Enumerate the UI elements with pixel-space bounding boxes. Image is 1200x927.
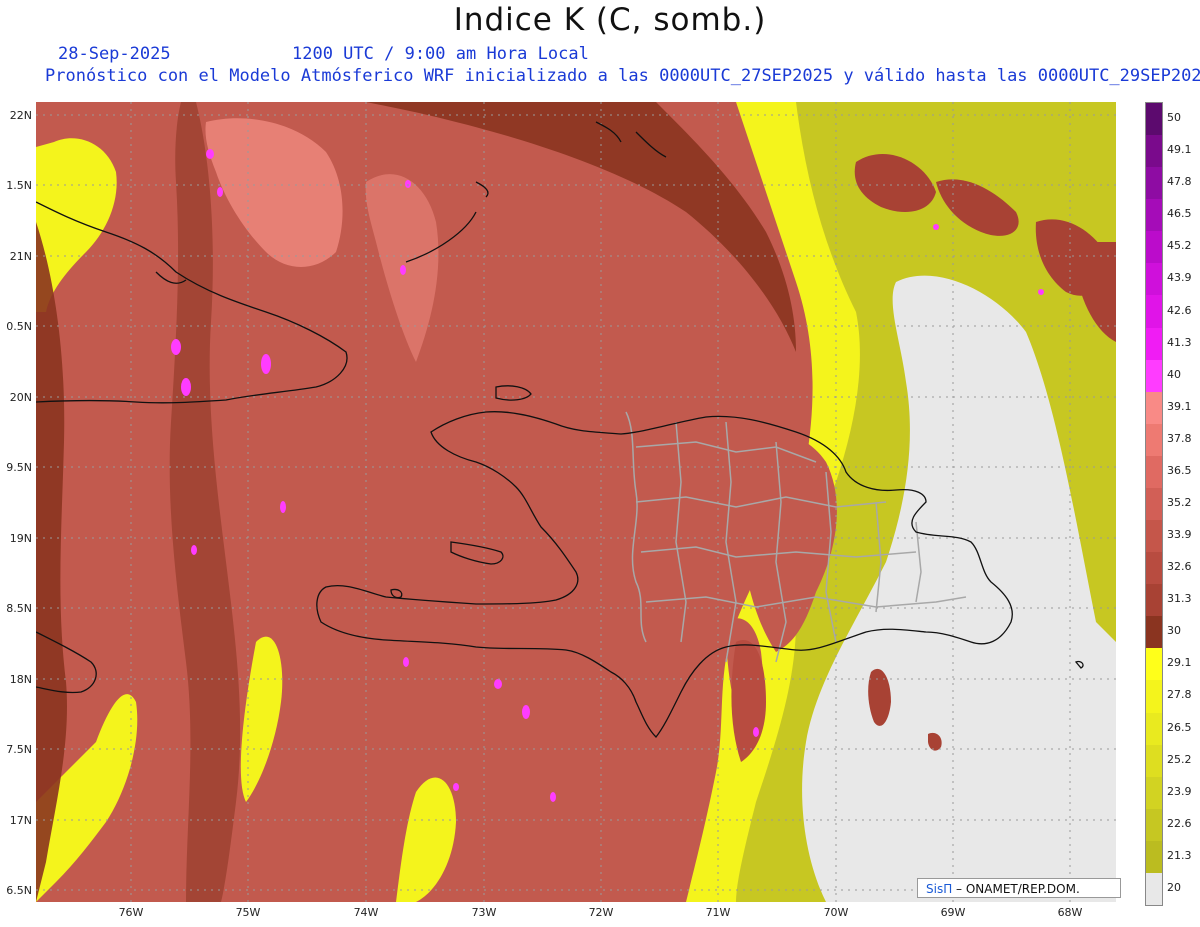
colorbar-label: 30 [1167, 624, 1181, 638]
colorbar-label: 36.5 [1167, 463, 1192, 477]
colorbar-segment [1146, 103, 1162, 136]
colorbar-label: 40 [1167, 367, 1181, 381]
credit-text: – ONAMET/REP.DOM. [952, 882, 1080, 896]
colorbar-label: 26.5 [1167, 720, 1192, 734]
lon-label-72w: 72W [588, 906, 614, 919]
lon-label-76w: 76W [118, 906, 144, 919]
colorbar-label: 35.2 [1167, 496, 1192, 509]
colorbar-segment [1146, 584, 1162, 617]
lat-label-18n: 18N [9, 673, 32, 686]
lon-label-68w: 68W [1057, 906, 1083, 919]
colorbar-label: 27.8 [1167, 688, 1192, 702]
lon-label-73w: 73W [471, 906, 497, 919]
colorbar-segment [1146, 423, 1162, 457]
lat-label-18-5n: 8.5N [6, 602, 32, 615]
colorbar-segment [1146, 552, 1162, 585]
colorbar-segment [1146, 648, 1162, 681]
lon-label-71w: 71W [705, 906, 731, 919]
colorbar-label: 45.2 [1167, 239, 1192, 253]
lat-label-17n: 17N [9, 814, 32, 827]
colorbar-segment [1146, 295, 1162, 329]
colorbar-label: 33.9 [1167, 528, 1192, 542]
colorbar-label: 22.6 [1167, 816, 1192, 830]
colorbar-label: 50 [1167, 111, 1181, 125]
colorbar-segment [1146, 744, 1162, 778]
colorbar-segment [1146, 167, 1162, 200]
colorbar-label: 37.8 [1167, 431, 1192, 445]
colorbar-segment [1146, 231, 1162, 264]
colorbar-label: 23.9 [1167, 784, 1192, 798]
lat-label-19-5n: 9.5N [6, 461, 32, 474]
sispi-logo: SisΠ [926, 882, 953, 896]
colorbar-segment [1146, 263, 1162, 296]
forecast-info: Pronóstico con el Modelo Atmósferico WRF… [45, 66, 1200, 86]
colorbar-label: 39.1 [1167, 399, 1192, 413]
colorbar-segment [1146, 199, 1162, 232]
colorbar-label: 32.6 [1167, 560, 1192, 574]
lat-label-21-5n: 1.5N [6, 179, 32, 192]
colorbar [1145, 102, 1163, 906]
map-panel [36, 102, 1116, 902]
colorbar-segment [1146, 455, 1162, 489]
colorbar-label: 49.1 [1167, 143, 1192, 157]
colorbar-segment [1146, 391, 1162, 425]
colorbar-label: 46.5 [1167, 207, 1192, 221]
colorbar-segment [1146, 520, 1162, 553]
colorbar-label: 21.3 [1167, 848, 1192, 862]
colorbar-segment [1146, 327, 1162, 361]
lon-label-70w: 70W [823, 906, 849, 919]
lon-label-69w: 69W [940, 906, 966, 919]
colorbar-label: 41.3 [1167, 335, 1192, 349]
time-label: 1200 UTC / 9:00 am Hora Local [292, 44, 589, 64]
lat-label-19n: 19N [9, 532, 32, 545]
colorbar-label: 29.1 [1167, 656, 1192, 670]
colorbar-segment [1146, 487, 1162, 521]
lat-label-17-5n: 7.5N [6, 743, 32, 756]
credit-box: SisΠ – ONAMET/REP.DOM. [917, 878, 1121, 898]
lat-label-22n: 22N [9, 109, 32, 122]
colorbar-label: 42.6 [1167, 303, 1192, 317]
lon-label-74w: 74W [353, 906, 379, 919]
map-title: Indice K (C, somb.) [453, 2, 767, 38]
colorbar-segment [1146, 359, 1162, 393]
lat-label-21n: 21N [9, 250, 32, 263]
colorbar-segment [1146, 776, 1162, 810]
colorbar-segment [1146, 712, 1162, 746]
lat-label-20-5n: 0.5N [6, 320, 32, 333]
colorbar-label: 31.3 [1167, 592, 1192, 606]
colorbar-label: 43.9 [1167, 271, 1192, 285]
colorbar-segment [1146, 680, 1162, 714]
colorbar-label: 20 [1167, 880, 1181, 894]
colorbar-label: 25.2 [1167, 752, 1192, 766]
colorbar-label: 47.8 [1167, 175, 1192, 189]
colorbar-segment [1146, 840, 1162, 874]
lon-label-75w: 75W [235, 906, 261, 919]
lat-label-16-5n: 6.5N [6, 884, 32, 897]
date-label: 28-Sep-2025 [58, 44, 171, 64]
colorbar-segment [1146, 616, 1162, 649]
colorbar-segment [1146, 872, 1162, 906]
lat-label-20n: 20N [9, 391, 32, 404]
colorbar-segment [1146, 808, 1162, 842]
k-index-field [36, 102, 1116, 902]
colorbar-segment [1146, 135, 1162, 168]
